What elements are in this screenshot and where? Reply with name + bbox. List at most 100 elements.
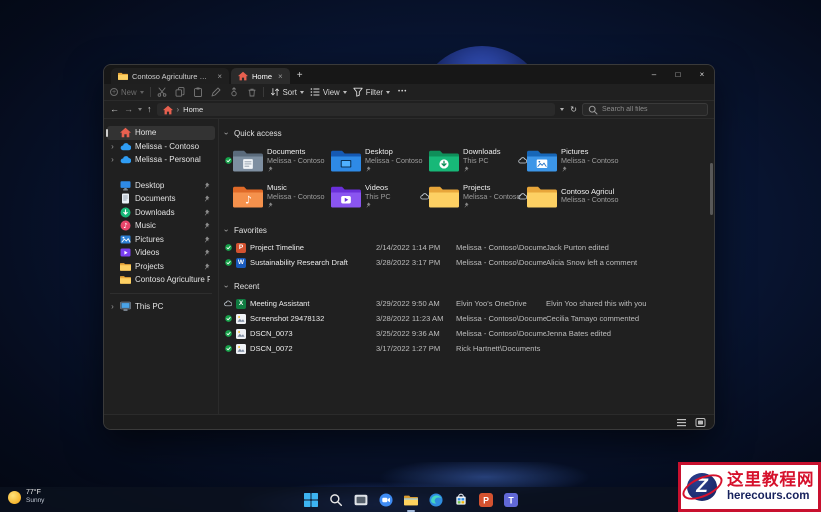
minimize-button[interactable]: – (642, 65, 666, 84)
taskbar-edge-icon[interactable] (428, 492, 444, 508)
back-button[interactable]: ← (110, 105, 119, 114)
refresh-icon[interactable]: ↻ (570, 105, 577, 114)
taskbar-teams-icon[interactable]: T (503, 492, 519, 508)
music-icon: ♪ (120, 220, 131, 231)
taskbar-file-explorer-icon[interactable] (403, 492, 419, 508)
quick-access-tile-desktop[interactable]: DesktopMelissa - Contoso (321, 142, 419, 178)
file-date: 2/14/2022 1:14 PM (376, 243, 456, 252)
close-button[interactable]: × (690, 65, 714, 84)
share-icon (229, 87, 239, 97)
new-button[interactable]: + New (110, 88, 144, 97)
sidebar-item-projects[interactable]: ›Projects (107, 260, 215, 274)
search-box[interactable] (582, 103, 708, 116)
file-row-dscn-0073[interactable]: DSCN_00733/25/2022 9:36 AMMelissa - Cont… (223, 326, 710, 341)
taskbar-start-icon[interactable] (303, 492, 319, 508)
sidebar-item-documents[interactable]: ›Documents (107, 192, 215, 206)
desktop-folder-icon (331, 148, 361, 172)
sidebar-item-music[interactable]: ›♪Music (107, 219, 215, 233)
file-row-meeting-assistant[interactable]: X Meeting Assistant 3/29/2022 9:50 AMElvin… (223, 296, 710, 311)
quick-access-header[interactable]: › Quick access (223, 127, 710, 139)
close-tab-icon[interactable]: × (215, 72, 224, 81)
favorites-header[interactable]: › Favorites (223, 224, 710, 236)
maximize-button[interactable]: □ (666, 65, 690, 84)
sidebar-item-melissa-contoso[interactable]: ›Melissa - Contoso (107, 140, 215, 154)
sidebar-item-pictures[interactable]: ›Pictures (107, 233, 215, 247)
chevron-right-icon[interactable]: › (109, 142, 116, 151)
excel-file-icon: X (236, 299, 246, 309)
scrollbar[interactable] (710, 163, 713, 215)
recent-list: X Meeting Assistant 3/29/2022 9:50 AMElvin… (223, 296, 710, 356)
quick-access-tile-videos[interactable]: VideosThis PC (321, 178, 419, 214)
sidebar-section: ›Home›Melissa - Contoso›Melissa - Person… (104, 126, 218, 167)
file-location: Melissa - Contoso\Documents (456, 243, 546, 252)
videos-icon (120, 247, 131, 258)
cloud-icon (120, 141, 131, 152)
chevron-down-icon: › (222, 283, 231, 290)
quick-access-tile-documents[interactable]: DocumentsMelissa - Contoso (223, 142, 321, 178)
taskbar-powerpoint-icon[interactable]: P (478, 492, 494, 508)
sort-button[interactable]: Sort (270, 87, 304, 97)
downloads-folder-icon (429, 148, 459, 172)
synced-status-icon (224, 244, 232, 251)
watermark: Z 这里教程网 herecours.com (678, 462, 821, 512)
taskbar-search-icon[interactable] (328, 492, 344, 508)
file-location: Elvin Yoo's OneDrive (456, 299, 546, 308)
quick-access-tile-projects[interactable]: ProjectsMelissa - Contoso (419, 178, 517, 214)
file-name: Sustainability Research Draft (250, 258, 348, 267)
sidebar-item-melissa-personal[interactable]: ›Melissa - Personal (107, 153, 215, 167)
taskbar-task-view-icon[interactable] (353, 492, 369, 508)
svg-text:P: P (483, 495, 489, 505)
quick-access-tile-contoso-agriculture-project[interactable]: Contoso Agriculture ProjectMelissa - Con… (517, 178, 615, 214)
file-date: 3/17/2022 1:27 PM (376, 344, 456, 353)
desktop-icon (120, 180, 131, 191)
sidebar-item-this-pc[interactable]: ›This PC (107, 300, 215, 314)
file-date: 3/29/2022 9:50 AM (376, 299, 456, 308)
file-row-screenshot-29478132[interactable]: Screenshot 294781323/28/2022 11:23 AMMel… (223, 311, 710, 326)
folder-icon (118, 71, 128, 81)
chevron-right-icon[interactable]: › (109, 155, 116, 164)
view-button[interactable]: View (310, 87, 347, 97)
pin-icon (203, 209, 210, 216)
tab-home[interactable]: Home× (231, 68, 290, 84)
status-bar (104, 414, 714, 429)
forward-button[interactable]: → (124, 105, 133, 114)
search-icon (588, 105, 598, 115)
close-tab-icon[interactable]: × (276, 72, 285, 81)
desktop[interactable]: Contoso Agriculture Project×Home× + – □ … (0, 0, 821, 512)
weather-widget[interactable]: 77°F Sunny (8, 489, 44, 505)
sidebar-item-downloads[interactable]: ›Downloads (107, 206, 215, 220)
synced-status-icon (224, 259, 232, 266)
tab-contoso-agriculture-project[interactable]: Contoso Agriculture Project× (111, 68, 229, 84)
pin-icon (267, 166, 273, 172)
breadcrumb[interactable]: › Home (157, 103, 556, 116)
home-icon (120, 127, 131, 138)
chevron-right-icon[interactable]: › (109, 302, 116, 311)
large-icons-view-icon[interactable] (695, 417, 706, 428)
sidebar-item-videos[interactable]: ›Videos (107, 246, 215, 260)
address-dropdown-icon[interactable] (560, 108, 564, 111)
more-options-button[interactable]: ••• (398, 89, 407, 95)
up-button[interactable]: ↑ (147, 105, 152, 114)
file-row-sustainability-research-draft[interactable]: WSustainability Research Draft3/28/2022 … (223, 255, 710, 270)
quick-access-tile-downloads[interactable]: DownloadsThis PC (419, 142, 517, 178)
filter-button[interactable]: Filter (353, 87, 390, 97)
file-name: Meeting Assistant (250, 299, 310, 308)
file-row-project-timeline[interactable]: PProject Timeline2/14/2022 1:14 PMMeliss… (223, 240, 710, 255)
history-chevron-icon[interactable] (138, 108, 142, 111)
quick-access-tile-music[interactable]: ♪MusicMelissa - Contoso (223, 178, 321, 214)
sidebar-item-home[interactable]: ›Home (107, 126, 215, 140)
file-activity: Jack Purton edited (546, 243, 710, 252)
taskbar-chat-icon[interactable] (378, 492, 394, 508)
details-view-icon[interactable] (676, 417, 687, 428)
pin-icon (203, 222, 210, 229)
quick-access-tile-pictures[interactable]: PicturesMelissa - Contoso (517, 142, 615, 178)
sidebar-item-contoso-agriculture-project[interactable]: ›Contoso Agriculture Project (107, 273, 215, 287)
new-tab-button[interactable]: + (292, 68, 308, 84)
taskbar-microsoft-store-icon[interactable] (453, 492, 469, 508)
pin-icon (203, 263, 210, 270)
search-input[interactable] (602, 106, 702, 113)
svg-text:♪: ♪ (123, 222, 127, 230)
sidebar-item-desktop[interactable]: ›Desktop (107, 179, 215, 193)
file-row-dscn-0072[interactable]: DSCN_00723/17/2022 1:27 PMRick Hartnett\… (223, 341, 710, 356)
recent-header[interactable]: › Recent (223, 280, 710, 292)
